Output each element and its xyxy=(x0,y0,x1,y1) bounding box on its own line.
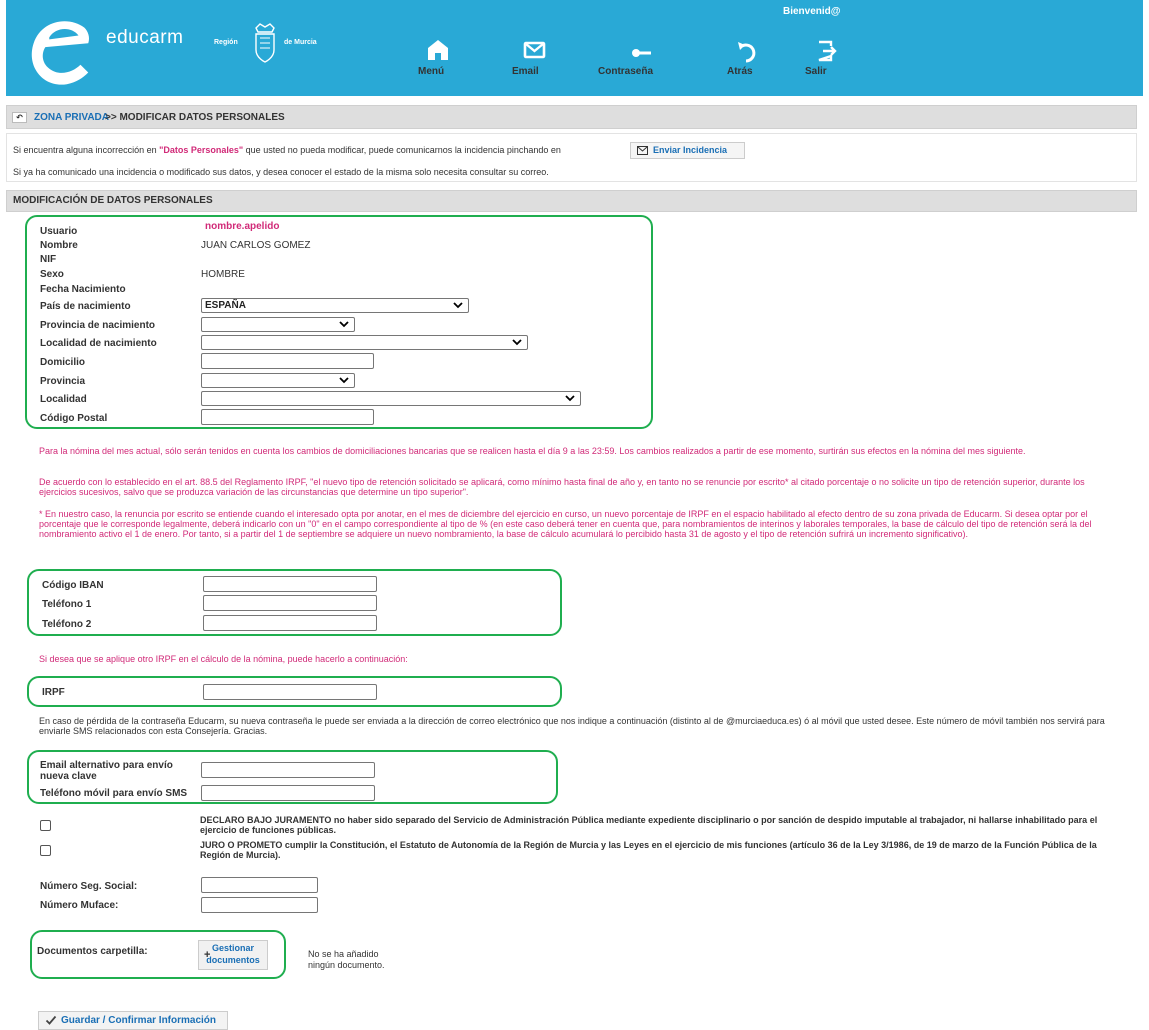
sexo-label: Sexo xyxy=(40,269,64,280)
localidad-label: Localidad xyxy=(40,394,87,405)
plus-icon: + xyxy=(204,949,211,961)
sexo-value: HOMBRE xyxy=(201,269,245,280)
exit-label: Salir xyxy=(805,66,827,77)
chevron-down-icon xyxy=(565,395,575,402)
checkmark-icon xyxy=(45,1015,57,1025)
breadcrumb-current: >> MODIFICAR DATOS PERSONALES xyxy=(105,112,285,123)
seg-social-input[interactable] xyxy=(201,877,318,893)
breadcrumb: ↶ ZONA PRIVADA >> MODIFICAR DATOS PERSON… xyxy=(6,105,1137,129)
info-line-1-highlight: "Datos Personales" xyxy=(159,145,244,155)
region-right-text: de Murcia xyxy=(284,39,317,46)
domicilio-label: Domicilio xyxy=(40,357,86,368)
declaration-1-text: DECLARO BAJO JURAMENTO no haber sido sep… xyxy=(200,815,1098,835)
manage-documents-button[interactable]: + Gestionar documentos xyxy=(198,940,268,970)
provincia-select[interactable] xyxy=(201,373,355,388)
documentos-label: Documentos carpetilla: xyxy=(37,946,148,957)
usuario-label: Usuario xyxy=(40,226,78,237)
telefono-2-label: Teléfono 2 xyxy=(42,619,92,630)
domicilio-input[interactable] xyxy=(201,353,374,369)
envelope-icon xyxy=(523,41,546,59)
welcome-text: Bienvenid@ xyxy=(783,6,841,17)
info-line-1-pre: Si encuentra alguna incorrección en xyxy=(13,145,160,155)
muface-input[interactable] xyxy=(201,897,318,913)
top-header: educarm Región de Murcia Bienvenid@ Menú… xyxy=(6,0,1143,96)
iban-input[interactable] xyxy=(203,576,377,592)
fecha-nacimiento-label: Fecha Nacimiento xyxy=(40,284,126,295)
region-left-text: Región xyxy=(214,39,238,46)
telefono-sms-label: Teléfono móvil para envío SMS xyxy=(40,788,188,799)
chevron-down-icon xyxy=(339,377,349,384)
telefono-1-label: Teléfono 1 xyxy=(42,599,92,610)
chevron-down-icon xyxy=(453,302,463,309)
back-label: Atrás xyxy=(727,66,753,77)
home-icon xyxy=(428,40,448,60)
nombre-label: Nombre xyxy=(40,240,78,251)
password-label: Contraseña xyxy=(598,66,654,77)
educarm-logo-icon xyxy=(31,21,90,85)
key-icon xyxy=(632,49,651,57)
pais-selected: ESPAÑA xyxy=(205,300,246,311)
menu-button[interactable]: Menú xyxy=(418,36,458,77)
email-alternativo-label-2: nueva clave xyxy=(40,771,97,782)
email-label: Email xyxy=(512,66,539,77)
declaration-2-checkbox[interactable] xyxy=(40,845,51,856)
coat-of-arms-icon xyxy=(255,23,275,63)
irpf-prompt: Si desea que se aplique otro IRPF en el … xyxy=(39,654,408,664)
info-line-1: Si encuentra alguna incorrección en "Dat… xyxy=(13,145,561,155)
save-confirm-label: Guardar / Confirmar Información xyxy=(61,1015,217,1026)
localidad-select[interactable] xyxy=(201,391,581,406)
nif-label: NIF xyxy=(40,254,57,265)
email-alternativo-input[interactable] xyxy=(201,762,375,778)
info-line-2: Si ya ha comunicado una incidencia o mod… xyxy=(13,167,549,177)
send-incidence-button[interactable]: Enviar Incidencia xyxy=(630,142,745,159)
declaration-2-text: JURO O PROMETO cumplir la Constitución, … xyxy=(200,840,1097,860)
email-button[interactable]: Email xyxy=(512,36,556,77)
exit-icon xyxy=(818,40,837,62)
provincia-nacimiento-label: Provincia de nacimiento xyxy=(40,320,156,331)
brand-name: educarm xyxy=(106,27,184,48)
send-incidence-label: Enviar Incidencia xyxy=(653,145,728,155)
codigo-postal-input[interactable] xyxy=(201,409,374,425)
save-confirm-button[interactable]: Guardar / Confirmar Información xyxy=(38,1011,228,1030)
undo-arrow-icon xyxy=(738,42,756,63)
info-line-1-post: que usted no pueda modificar, puede comu… xyxy=(243,145,561,155)
declaration-1-checkbox[interactable] xyxy=(40,820,51,831)
usuario-value: nombre.apelido xyxy=(205,221,280,232)
region-murcia-logo: Región de Murcia xyxy=(214,22,326,66)
envelope-icon xyxy=(637,146,648,155)
password-recovery-notice: En caso de pérdida de la contraseña Educ… xyxy=(39,716,1105,736)
menu-label: Menú xyxy=(418,66,445,77)
irpf-rule-notice: De acuerdo con lo establecido en el art.… xyxy=(39,477,1085,497)
localidad-nacimiento-label: Localidad de nacimiento xyxy=(40,338,157,349)
section-title: MODIFICACIÓN DE DATOS PERSONALES xyxy=(6,190,1137,212)
iban-label: Código IBAN xyxy=(42,580,104,591)
muface-label: Número Muface: xyxy=(40,900,119,911)
pais-label: País de nacimiento xyxy=(40,301,131,312)
telefono-2-input[interactable] xyxy=(203,615,377,631)
telefono-1-input[interactable] xyxy=(203,595,377,611)
info-box: Si encuentra alguna incorrección en "Dat… xyxy=(6,133,1137,182)
email-alternativo-label-1: Email alternativo para envío xyxy=(40,760,173,771)
exit-button[interactable]: Salir xyxy=(805,36,845,77)
irpf-label: IRPF xyxy=(42,687,65,698)
irpf-input[interactable] xyxy=(203,684,377,700)
telefono-sms-input[interactable] xyxy=(201,785,375,801)
nomina-notice: Para la nómina del mes actual, sólo será… xyxy=(39,446,1026,456)
renuncia-notice: * En nuestro caso, la renuncia por escri… xyxy=(39,509,1092,539)
codigo-postal-label: Código Postal xyxy=(40,413,108,424)
provincia-label: Provincia xyxy=(40,376,86,387)
no-documents-line-2: ningún documento. xyxy=(308,960,385,970)
no-documents-line-1: No se ha añadido xyxy=(308,949,379,959)
localidad-nacimiento-select[interactable] xyxy=(201,335,528,350)
pais-select[interactable]: ESPAÑA xyxy=(201,298,469,313)
seg-social-label: Número Seg. Social: xyxy=(40,881,138,892)
password-button[interactable]: Contraseña xyxy=(598,36,686,77)
back-button[interactable]: Atrás xyxy=(727,36,767,77)
breadcrumb-back-icon[interactable]: ↶ xyxy=(12,112,27,123)
chevron-down-icon xyxy=(339,321,349,328)
nombre-value: JUAN CARLOS GOMEZ xyxy=(201,240,311,251)
breadcrumb-zona-privada-link[interactable]: ZONA PRIVADA xyxy=(34,112,109,123)
chevron-down-icon xyxy=(512,339,522,346)
provincia-nacimiento-select[interactable] xyxy=(201,317,355,332)
